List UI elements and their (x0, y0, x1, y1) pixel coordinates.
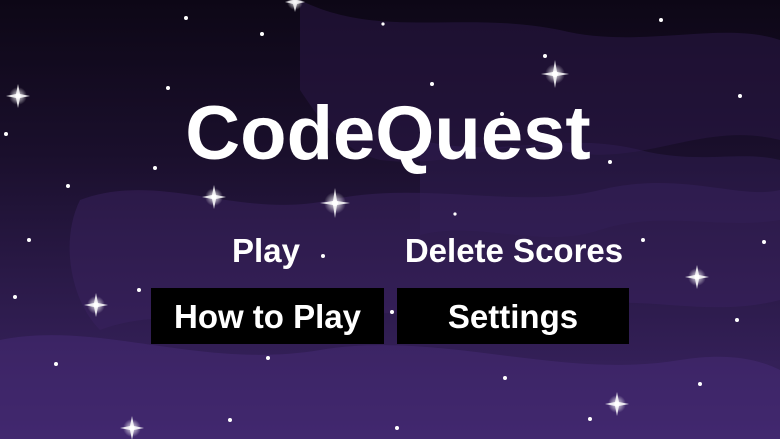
game-title: CodeQuest (185, 91, 591, 176)
delete-scores-button[interactable]: Delete Scores (390, 228, 638, 272)
how-to-play-button[interactable]: How to Play (151, 288, 384, 344)
play-button[interactable]: Play (200, 228, 332, 272)
settings-button[interactable]: Settings (397, 288, 629, 344)
nebula-clouds (0, 0, 780, 439)
starfield-background (0, 0, 780, 439)
